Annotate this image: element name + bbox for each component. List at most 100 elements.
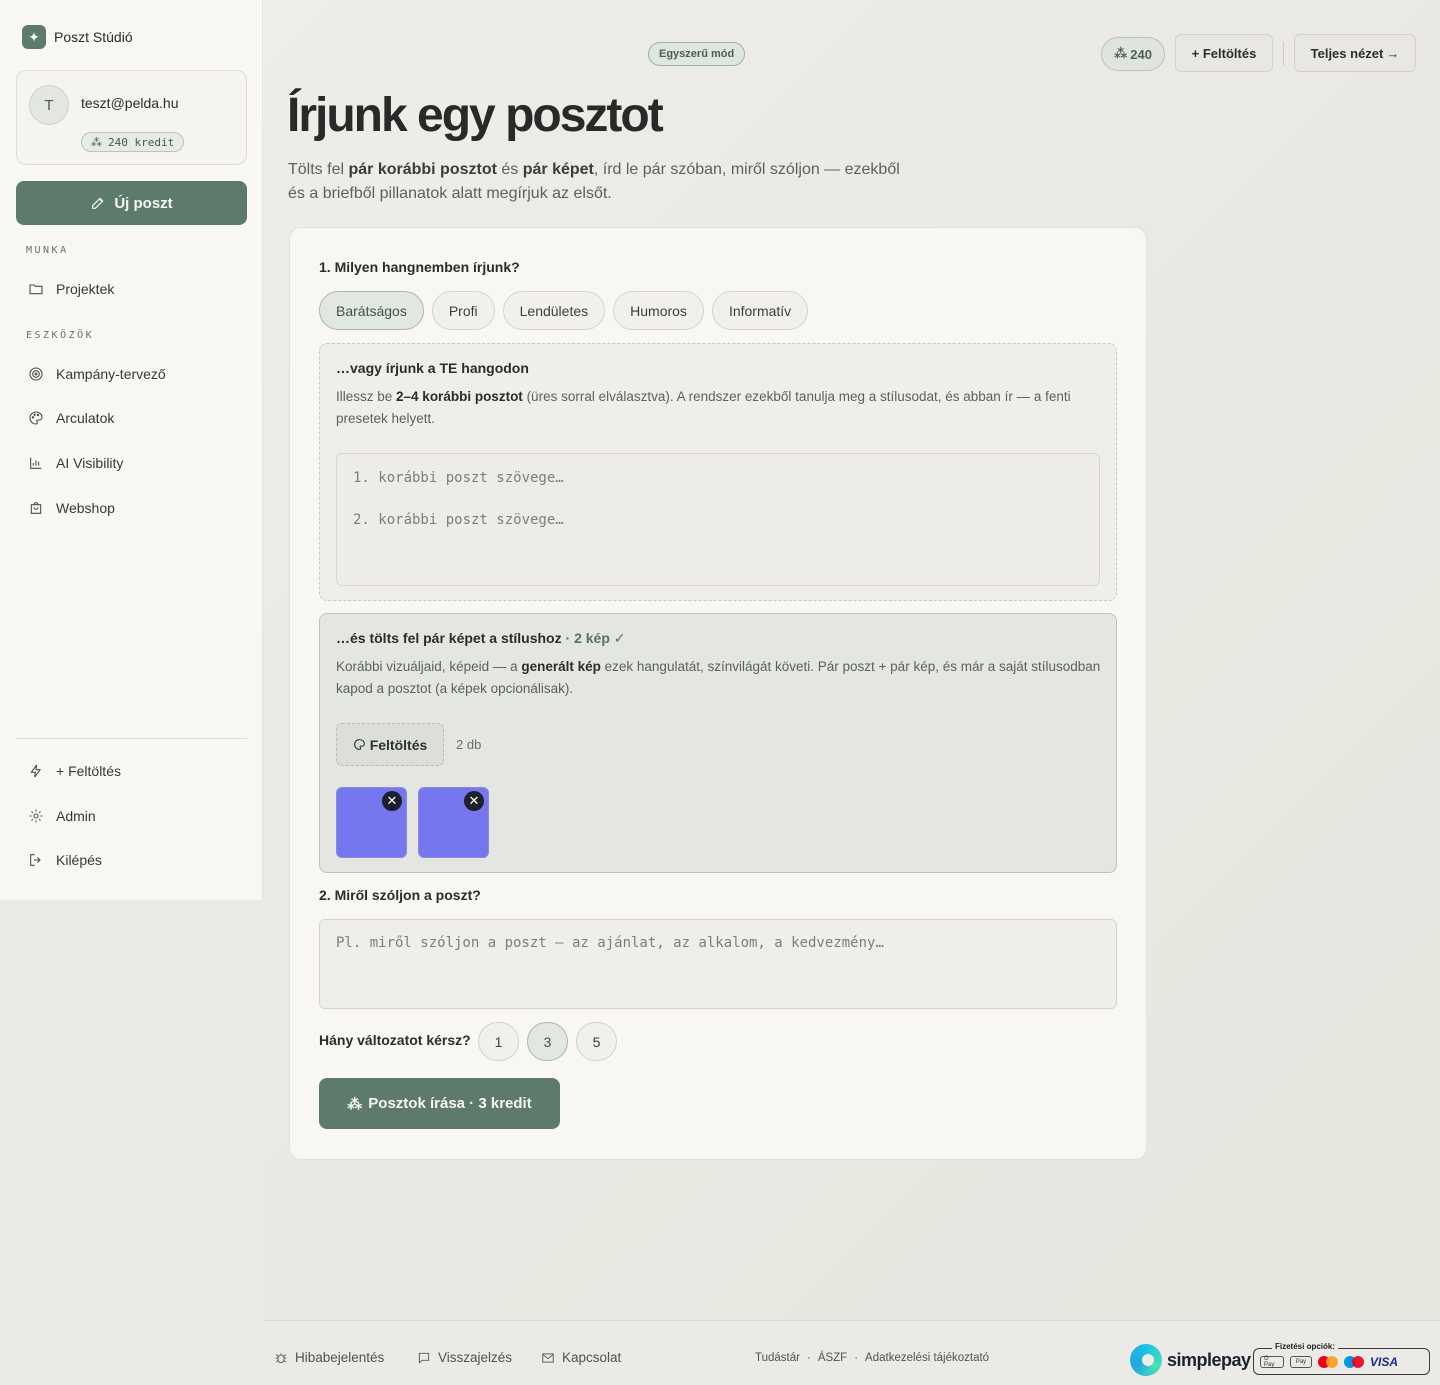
image-thumbnail[interactable]: ✕ <box>336 787 407 858</box>
logout-icon <box>30 854 41 866</box>
subtitle-bold: pár korábbi posztot <box>348 161 497 178</box>
payment-options-label: Fizetési opciók: <box>1272 1342 1339 1351</box>
topic-textarea[interactable]: Pl. miről szóljon a poszt — az ajánlat, … <box>319 919 1117 1009</box>
new-post-label: Új poszt <box>114 194 173 212</box>
chat-bubble-icon <box>418 1352 430 1364</box>
sparkles-icon: ⁂ <box>1113 46 1128 61</box>
style-images-description: Korábbi vizuáljaid, képeid — a generált … <box>336 656 1106 700</box>
upload-label: Feltöltés <box>369 736 428 753</box>
close-icon: ✕ <box>386 793 398 808</box>
style-images-title: …és tölts fel pár képet a stílushoz · 2 … <box>336 630 626 647</box>
brand-name: Poszt Stúdió <box>54 29 133 45</box>
credit-badge-label: 240 kredit <box>108 135 175 149</box>
topbar-separator <box>1283 42 1284 66</box>
legal-link-knowledge-base[interactable]: Tudástár <box>755 1352 800 1364</box>
page-title: Írjunk egy posztot <box>287 89 664 142</box>
image-text: Korábbi vizuáljaid, képeid — a <box>336 659 522 674</box>
variant-option-1[interactable]: 1 <box>478 1022 519 1061</box>
sparkles-icon: ⁂ <box>347 1095 363 1113</box>
legal-separator: · <box>806 1352 811 1364</box>
placeholder-line: 2. korábbi poszt szövege… <box>353 512 564 528</box>
voice-text: Illessz be <box>336 389 397 404</box>
previous-posts-textarea[interactable]: 1. korábbi poszt szövege… 2. korábbi pos… <box>336 453 1100 586</box>
footer-link-label: Hibabejelentés <box>295 1350 385 1365</box>
sidebar-divider <box>16 738 247 739</box>
topic-question: 2. Miről szóljon a poszt? <box>319 887 481 903</box>
gear-icon <box>29 809 43 823</box>
new-post-button[interactable]: Új poszt <box>16 181 247 225</box>
remove-image-button[interactable]: ✕ <box>382 791 402 811</box>
full-view-label: Teljes nézet <box>1310 45 1384 61</box>
sidebar-item-label: Webshop <box>56 500 115 516</box>
user-card[interactable]: T teszt@pelda.hu ⁂ 240 kredit <box>16 70 247 165</box>
tone-chip-professional[interactable]: Profi <box>431 291 495 330</box>
apple-pay-icon: Pay <box>1290 1355 1312 1368</box>
sidebar-item-ai-visibility[interactable]: AI Visibility <box>16 445 247 481</box>
own-voice-title: …vagy írjunk a TE hangodon <box>336 360 529 376</box>
sidebar-item-topup[interactable]: + Feltöltés <box>16 753 247 789</box>
credit-badge: ⁂ 240 kredit <box>81 132 185 152</box>
mail-icon <box>542 1352 554 1363</box>
sidebar-item-campaign-planner[interactable]: Kampány-tervező <box>16 356 247 392</box>
folder-icon <box>29 284 43 295</box>
sidebar-item-projects[interactable]: Projektek <box>16 271 247 307</box>
variant-option-3[interactable]: 3 <box>527 1022 568 1061</box>
sidebar-item-label: + Feltöltés <box>56 763 121 779</box>
sparkle-logo-icon: ✦ <box>22 25 46 49</box>
target-icon <box>29 367 43 381</box>
variant-question: Hány változatot kérsz? <box>319 1032 471 1048</box>
remove-image-button[interactable]: ✕ <box>464 791 484 811</box>
sparkles-icon: ⁂ <box>91 135 102 149</box>
topup-button[interactable]: + Feltöltés <box>1175 34 1273 72</box>
mode-badge[interactable]: Egyszerű mód <box>648 42 746 66</box>
footer-divider <box>263 1320 1440 1321</box>
palette-icon <box>353 739 365 750</box>
top-credit-value: 240 <box>1130 46 1152 62</box>
bolt-icon <box>30 764 42 778</box>
sidebar-item-label: Admin <box>56 808 96 824</box>
image-count: · 2 kép ✓ <box>565 630 626 646</box>
section-label-work: MUNKA <box>26 245 69 256</box>
sidebar-item-logout[interactable]: Kilépés <box>16 842 247 878</box>
tone-chip-energetic[interactable]: Lendületes <box>502 291 606 330</box>
write-posts-button[interactable]: ⁂ Posztok írása · 3 kredit <box>319 1078 560 1129</box>
mastercard-icon <box>1318 1355 1338 1368</box>
footer-contact-link[interactable]: Kapcsolat <box>541 1350 621 1365</box>
brand[interactable]: ✦ Poszt Stúdió <box>22 25 133 49</box>
top-credit-badge[interactable]: ⁂ 240 <box>1101 37 1165 71</box>
footer-feedback-link[interactable]: Visszajelzés <box>417 1350 512 1365</box>
image-text-bold: generált kép <box>521 659 601 674</box>
tone-chip-humorous[interactable]: Humoros <box>613 291 704 330</box>
sidebar-item-label: Arculatok <box>56 410 115 426</box>
visa-icon: VISA <box>1370 1354 1399 1369</box>
tone-chip-informative[interactable]: Informatív <box>711 291 809 330</box>
footer-bug-report-link[interactable]: Hibabejelentés <box>274 1350 384 1365</box>
sidebar: ✦ Poszt Stúdió T teszt@pelda.hu ⁂ 240 kr… <box>0 0 263 900</box>
subtitle-bold: pár képet <box>522 161 594 178</box>
subtitle-text: Tölts fel <box>288 161 349 178</box>
sidebar-item-label: AI Visibility <box>56 455 124 471</box>
palette-icon <box>29 411 43 425</box>
style-images-title-text: …és tölts fel pár képet a stílushoz <box>336 630 562 646</box>
tone-chip-friendly[interactable]: Barátságos <box>319 291 424 330</box>
sidebar-item-brands[interactable]: Arculatok <box>16 400 247 436</box>
section-label-tools: ESZKÖZÖK <box>26 330 95 341</box>
legal-separator: · <box>854 1352 859 1364</box>
image-upload-button[interactable]: Feltöltés <box>336 723 444 766</box>
tone-selector: Barátságos Profi Lendületes Humoros Info… <box>319 291 809 330</box>
sidebar-item-admin[interactable]: Admin <box>16 798 247 834</box>
sidebar-item-label: Projektek <box>56 281 115 297</box>
full-view-button[interactable]: Teljes nézet → <box>1294 34 1416 72</box>
simplepay-brand: simplepay <box>1167 1349 1251 1370</box>
variant-option-5[interactable]: 5 <box>576 1022 617 1061</box>
avatar: T <box>29 85 69 125</box>
simplepay-logo[interactable]: simplepay <box>1130 1344 1251 1376</box>
apple-pay-label: Pay <box>1295 1358 1307 1365</box>
image-thumbnail[interactable]: ✕ <box>418 787 489 858</box>
sidebar-item-label: Kampány-tervező <box>56 366 166 382</box>
sidebar-item-webshop[interactable]: Webshop <box>16 490 247 526</box>
legal-link-terms[interactable]: ÁSZF <box>818 1352 847 1364</box>
legal-link-privacy[interactable]: Adatkezelési tájékoztató <box>865 1352 989 1364</box>
simplepay-logo-icon <box>1130 1344 1162 1376</box>
voice-text-bold: 2–4 korábbi posztot <box>396 389 523 404</box>
